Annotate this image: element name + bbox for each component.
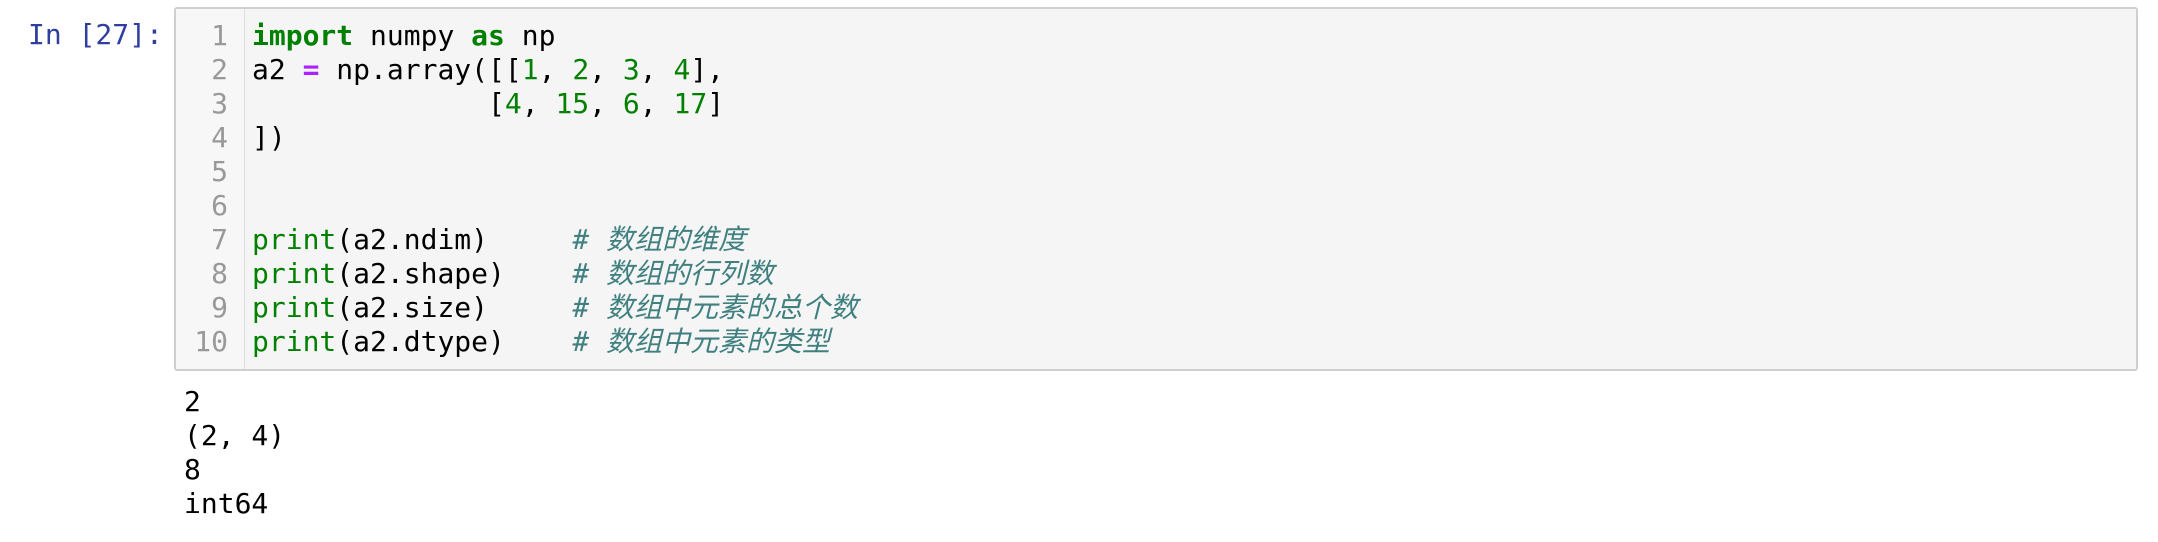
operator-assign: = <box>302 53 320 86</box>
line-number: 2 <box>211 53 228 86</box>
code-text: numpy <box>353 19 472 52</box>
line-number: 1 <box>211 19 228 52</box>
number-literal: 2 <box>572 53 590 86</box>
code-text: , <box>589 87 623 120</box>
number-literal: 1 <box>521 53 539 86</box>
number-literal: 4 <box>673 53 691 86</box>
code-text: (a2.size) <box>336 291 573 324</box>
code-line-10: print(a2.dtype) # 数组中元素的类型 <box>252 325 858 359</box>
code-text: , <box>538 53 573 86</box>
output-line: (2, 4) <box>184 419 286 452</box>
input-prompt: In [27]: <box>28 18 163 51</box>
code-text: [ <box>252 87 505 120</box>
code-text: , <box>639 87 674 120</box>
code-text: ]) <box>252 121 286 154</box>
output-line: 8 <box>184 453 201 486</box>
output-line: int64 <box>184 487 269 520</box>
number-literal: 3 <box>622 53 640 86</box>
code-line-3: [4, 15, 6, 17] <box>252 87 858 121</box>
line-number: 3 <box>211 87 228 120</box>
code-text: , <box>639 53 674 86</box>
code-text: np <box>504 19 556 52</box>
code-comment: # 数组的行列数 <box>572 257 775 290</box>
line-number: 8 <box>211 257 228 290</box>
code-line-4: ]) <box>252 121 858 155</box>
number-literal: 6 <box>622 87 640 120</box>
code-text: ] <box>707 87 725 120</box>
builtin-print: print <box>252 291 337 324</box>
code-line-7: print(a2.ndim) # 数组的维度 <box>252 223 858 257</box>
code-line-8: print(a2.shape) # 数组的行列数 <box>252 257 858 291</box>
code-text: (a2.shape) <box>336 257 573 290</box>
line-number: 5 <box>211 155 228 188</box>
code-line-9: print(a2.size) # 数组中元素的总个数 <box>252 291 858 325</box>
number-literal: 17 <box>673 87 708 120</box>
line-number-gutter: 1 2 3 4 5 6 7 8 9 10 <box>176 9 245 369</box>
code-line-2: a2 = np.array([[1, 2, 3, 4], <box>252 53 858 87</box>
code-text: (a2.ndim) <box>336 223 573 256</box>
code-text: (a2.dtype) <box>336 325 573 358</box>
code-comment: # 数组中元素的总个数 <box>572 291 859 324</box>
line-number: 10 <box>194 325 228 358</box>
code-text: ], <box>690 53 725 86</box>
code-comment: # 数组的维度 <box>572 223 747 256</box>
keyword-import: import <box>252 19 354 52</box>
line-number: 4 <box>211 121 228 154</box>
line-number: 9 <box>211 291 228 324</box>
line-number: 7 <box>211 223 228 256</box>
builtin-print: print <box>252 257 337 290</box>
builtin-print: print <box>252 325 337 358</box>
code-text: , <box>521 87 556 120</box>
code-cell-editor[interactable]: 1 2 3 4 5 6 7 8 9 10 import numpy as np … <box>174 7 2138 371</box>
cell-output: 2 (2, 4) 8 int64 <box>184 385 285 521</box>
line-number: 6 <box>211 189 228 222</box>
code-comment: # 数组中元素的类型 <box>572 325 831 358</box>
code-area[interactable]: import numpy as np a2 = np.array([[1, 2,… <box>252 19 858 359</box>
code-text: np.array([[ <box>319 53 522 86</box>
builtin-print: print <box>252 223 337 256</box>
code-line-1: import numpy as np <box>252 19 858 53</box>
number-literal: 4 <box>504 87 522 120</box>
code-text: , <box>589 53 623 86</box>
output-line: 2 <box>184 385 201 418</box>
number-literal: 15 <box>555 87 590 120</box>
code-text: a2 <box>252 53 303 86</box>
keyword-as: as <box>471 19 505 52</box>
